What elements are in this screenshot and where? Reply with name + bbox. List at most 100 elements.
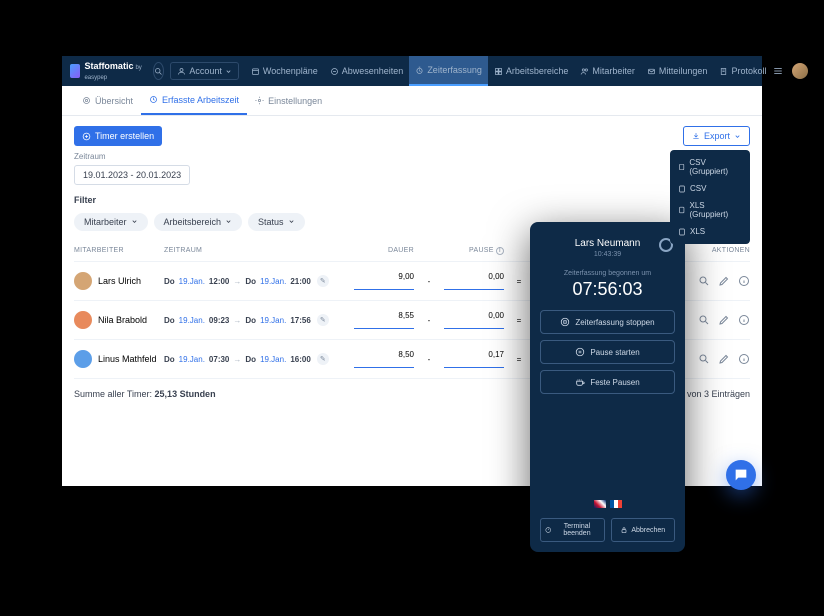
- period-label: Zeitraum: [74, 152, 750, 161]
- duration-value: 9,00: [354, 272, 414, 290]
- file-icon: [678, 163, 685, 171]
- menu-icon[interactable]: [772, 66, 784, 76]
- edit-icon[interactable]: [718, 353, 730, 365]
- info-icon[interactable]: [738, 314, 750, 326]
- fixed-pauses-button[interactable]: Feste Pausen: [540, 370, 675, 394]
- edit-icon[interactable]: [718, 314, 730, 326]
- sub-tabs: Übersicht Erfasste Arbeitszeit Einstellung…: [62, 86, 762, 116]
- nav-icon: [719, 67, 728, 76]
- flag-uk[interactable]: [594, 500, 606, 508]
- date2: 19.Jan.: [260, 316, 286, 325]
- subtab-label: Übersicht: [95, 96, 133, 106]
- time1: 07:30: [209, 355, 229, 364]
- export-item[interactable]: XLS: [670, 223, 750, 240]
- nav-wochenpläne[interactable]: Wochenpläne: [245, 56, 324, 86]
- user-avatar[interactable]: [792, 63, 808, 79]
- duration-value: 8,50: [354, 350, 414, 368]
- edit-icon[interactable]: ✎: [317, 314, 329, 326]
- nav-icon: [251, 67, 260, 76]
- coffee-icon: [575, 377, 585, 387]
- view-icon[interactable]: [698, 353, 710, 365]
- export-menu: CSV (Gruppiert) CSV XLS (Gruppiert) XLS: [670, 150, 750, 244]
- create-timer-button[interactable]: Timer erstellen: [74, 126, 162, 146]
- nav-icon: [580, 67, 589, 76]
- export-item-label: XLS (Gruppiert): [690, 201, 743, 219]
- nav-protokoll[interactable]: Protokoll: [713, 56, 772, 86]
- filter-chips: Mitarbeiter Arbeitsbereich Status: [74, 212, 311, 231]
- subtab-1[interactable]: Erfasste Arbeitszeit: [141, 86, 247, 115]
- stop-label: Zeiterfassung stoppen: [575, 318, 654, 327]
- export-item[interactable]: XLS (Gruppiert): [670, 197, 750, 223]
- subtab-2[interactable]: Einstellungen: [247, 86, 330, 115]
- nav-label: Abwesenheiten: [342, 66, 404, 76]
- export-item-label: CSV: [690, 184, 706, 193]
- nav-mitarbeiter[interactable]: Mitarbeiter: [574, 56, 641, 86]
- terminate-button[interactable]: Terminal beenden: [540, 518, 605, 542]
- logo-icon: [70, 64, 80, 78]
- view-icon[interactable]: [698, 314, 710, 326]
- nav-mitteilungen[interactable]: Mitteilungen: [641, 56, 714, 86]
- nav-label: Protokoll: [731, 66, 766, 76]
- chip-label: Status: [258, 217, 284, 227]
- pause-icon: [575, 347, 585, 357]
- fixed-label: Feste Pausen: [590, 378, 639, 387]
- day1: Do: [164, 277, 175, 286]
- export-item-label: CSV (Gruppiert): [689, 158, 742, 176]
- power-icon: [545, 526, 551, 534]
- export-item[interactable]: CSV: [670, 180, 750, 197]
- employee-avatar: [74, 350, 92, 368]
- export-button[interactable]: Export: [683, 126, 750, 146]
- cancel-label: Abbrechen: [631, 527, 665, 534]
- nav-arbeitsbereiche[interactable]: Arbeitsbereiche: [488, 56, 575, 86]
- download-icon: [692, 132, 700, 140]
- employee-name: Nila Brabold: [98, 315, 147, 325]
- terminate-label: Terminal beenden: [554, 523, 599, 537]
- flag-fr[interactable]: [610, 500, 622, 508]
- chevron-down-icon: [734, 133, 741, 140]
- time2: 21:00: [290, 277, 310, 286]
- info-icon[interactable]: [738, 353, 750, 365]
- lock-icon: [620, 526, 628, 534]
- toolbar: Timer erstellen Export CSV (Gruppiert)CS…: [62, 116, 762, 146]
- subtab-0[interactable]: Übersicht: [74, 86, 141, 115]
- search-icon: [154, 67, 163, 76]
- info-icon[interactable]: [738, 275, 750, 287]
- cancel-button[interactable]: Abbrechen: [611, 518, 676, 542]
- day1: Do: [164, 355, 175, 364]
- export-item[interactable]: CSV (Gruppiert): [670, 154, 750, 180]
- employee-avatar: [74, 272, 92, 290]
- subtab-icon: [255, 96, 264, 105]
- stop-timer-button[interactable]: Zeiterfassung stoppen: [540, 310, 675, 334]
- edit-icon[interactable]: ✎: [317, 353, 329, 365]
- person-icon: [177, 67, 186, 76]
- timer-user-name: Lars Neumann: [575, 238, 641, 249]
- filter-chip[interactable]: Status: [248, 213, 305, 231]
- search-button[interactable]: [153, 62, 164, 80]
- edit-icon[interactable]: [718, 275, 730, 287]
- time2: 17:56: [290, 316, 310, 325]
- pause-timer-button[interactable]: Pause starten: [540, 340, 675, 364]
- edit-icon[interactable]: ✎: [317, 275, 329, 287]
- filter-chip[interactable]: Arbeitsbereich: [154, 213, 243, 231]
- arrow-icon: →: [233, 277, 241, 286]
- chat-fab[interactable]: [726, 460, 756, 490]
- filter-chip[interactable]: Mitarbeiter: [74, 213, 148, 231]
- nav-zeiterfassung[interactable]: Zeiterfassung: [409, 56, 488, 86]
- chat-icon: [733, 467, 749, 483]
- subtab-label: Einstellungen: [268, 96, 322, 106]
- account-label: Account: [189, 66, 222, 76]
- day2: Do: [245, 277, 256, 286]
- account-button[interactable]: Account: [170, 62, 239, 80]
- brand-name: Staffomatic: [84, 61, 133, 71]
- file-icon: [678, 206, 686, 214]
- nav-abwesenheiten[interactable]: Abwesenheiten: [324, 56, 410, 86]
- language-flags: [594, 500, 622, 508]
- chevron-down-icon: [131, 218, 138, 225]
- nav-label: Wochenpläne: [263, 66, 318, 76]
- view-icon[interactable]: [698, 275, 710, 287]
- chevron-down-icon: [288, 218, 295, 225]
- info-icon[interactable]: i: [496, 247, 504, 255]
- chevron-down-icon: [225, 68, 232, 75]
- date-range-input[interactable]: 19.01.2023 - 20.01.2023: [74, 165, 190, 185]
- create-timer-label: Timer erstellen: [95, 131, 154, 141]
